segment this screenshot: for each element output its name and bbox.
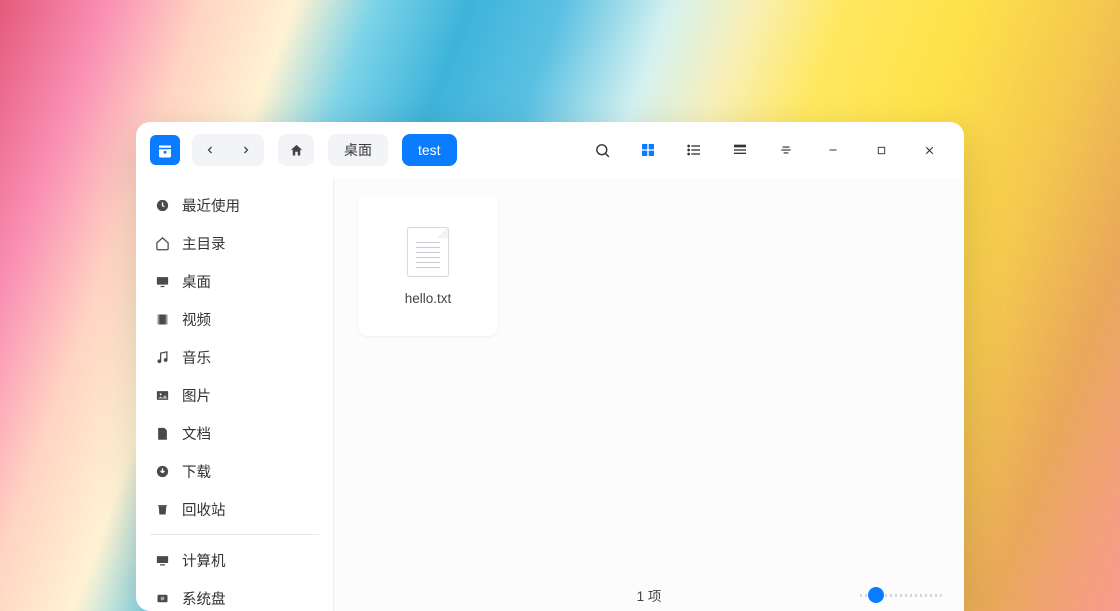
back-button[interactable] [192,134,228,166]
trash-icon [154,501,170,517]
sidebar-item-trash[interactable]: 回收站 [136,490,333,528]
home-button[interactable] [278,134,314,166]
sidebar-item-label: 音乐 [182,347,211,368]
zoom-slider[interactable] [860,588,942,602]
view-list-button[interactable] [674,134,714,166]
view-grid-button[interactable] [628,134,668,166]
maximize-button[interactable] [860,134,902,166]
sidebar-item-documents[interactable]: 文档 [136,414,333,452]
desktop-icon [154,273,170,289]
clock-icon [154,197,170,213]
breadcrumb-parent[interactable]: 桌面 [328,134,388,166]
sidebar-item-pictures[interactable]: 图片 [136,376,333,414]
sidebar-item-label: 计算机 [182,550,226,571]
minimize-icon [827,144,839,156]
music-icon [154,349,170,365]
sidebar-item-label: 主目录 [182,233,226,254]
sidebar-item-downloads[interactable]: 下载 [136,452,333,490]
file-item[interactable]: hello.txt [358,196,498,336]
sidebar-item-label: 最近使用 [182,195,240,216]
disk-icon [154,590,170,606]
sidebar-item-label: 文档 [182,423,211,444]
sidebar-item-home[interactable]: 主目录 [136,224,333,262]
statusbar: 1 项 [334,579,964,611]
sidebar-separator [150,534,319,535]
sidebar-item-label: 视频 [182,309,211,330]
search-icon [594,142,611,159]
home-icon [154,235,170,251]
sidebar-item-recent[interactable]: 最近使用 [136,186,333,224]
image-icon [154,387,170,403]
file-name: hello.txt [405,291,452,306]
close-button[interactable] [908,134,950,166]
sidebar-item-label: 回收站 [182,499,226,520]
list-icon [686,142,702,158]
sidebar-item-label: 系统盘 [182,588,226,609]
search-button[interactable] [582,134,622,166]
zoom-thumb[interactable] [868,587,884,603]
grid-icon [640,142,656,158]
sidebar: 最近使用 主目录 桌面 视频 音乐 图片 [136,178,334,611]
text-file-icon [407,227,449,277]
app-icon [150,135,180,165]
sidebar-item-label: 图片 [182,385,211,406]
film-icon [154,311,170,327]
file-grid[interactable]: hello.txt [334,178,964,579]
computer-icon [154,552,170,568]
sidebar-item-label: 下载 [182,461,211,482]
file-manager-window: 桌面 test 最近使用 [136,122,964,611]
nav-buttons [192,134,264,166]
forward-button[interactable] [228,134,264,166]
sidebar-item-desktop[interactable]: 桌面 [136,262,333,300]
hamburger-icon [779,143,793,157]
maximize-icon [876,145,887,156]
view-detail-button[interactable] [720,134,760,166]
sidebar-item-computer[interactable]: 计算机 [136,541,333,579]
menu-button[interactable] [766,134,806,166]
titlebar: 桌面 test [136,122,964,178]
sidebar-item-label: 桌面 [182,271,211,292]
minimize-button[interactable] [812,134,854,166]
sidebar-item-sysdisk[interactable]: 系统盘 [136,579,333,611]
close-icon [923,144,936,157]
breadcrumb-current[interactable]: test [402,134,457,166]
sidebar-item-music[interactable]: 音乐 [136,338,333,376]
detail-icon [732,142,748,158]
sidebar-item-videos[interactable]: 视频 [136,300,333,338]
download-icon [154,463,170,479]
file-icon [154,425,170,441]
status-count: 1 项 [637,585,662,605]
content-area: hello.txt 1 项 [334,178,964,611]
